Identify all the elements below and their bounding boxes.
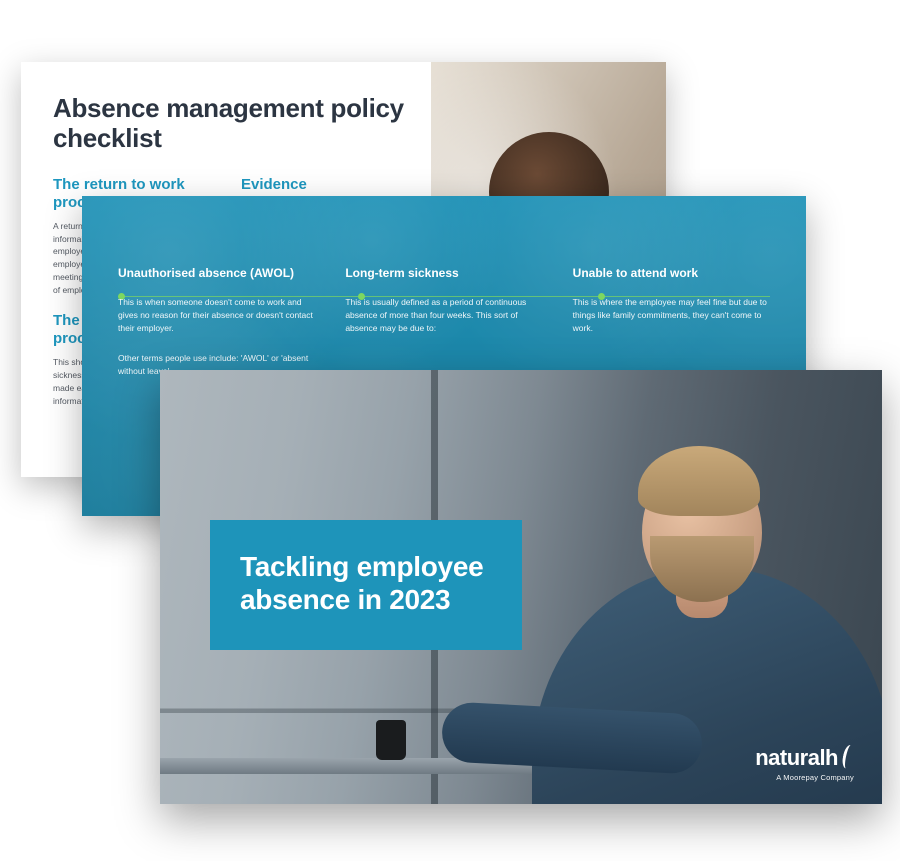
definition-body: This is where the employee may feel fine… (573, 296, 770, 336)
definition-body: This is when someone doesn't come to wor… (118, 296, 315, 336)
logo-tagline: A Moorepay Company (755, 773, 854, 782)
cover-title: Tackling employee absence in 2023 (240, 550, 492, 616)
document-preview-stack: Absence management policy checklist The … (0, 0, 900, 861)
section-heading-evidence: Evidence (241, 176, 407, 194)
logo-text: naturalh (755, 745, 838, 771)
definition-body: This is usually defined as a period of c… (345, 296, 542, 336)
page1-title: Absence management policy checklist (53, 94, 407, 154)
definition-heading: Unable to attend work (573, 266, 770, 280)
document-cover-page: Tackling employee absence in 2023 natura… (160, 370, 882, 804)
definition-heading: Unauthorised absence (AWOL) (118, 266, 315, 280)
cover-title-box: Tackling employee absence in 2023 (210, 520, 522, 650)
cover-photo-cup (376, 720, 406, 760)
brand-logo: naturalh A Moorepay Company (755, 745, 854, 782)
definition-heading: Long-term sickness (345, 266, 542, 280)
logo-mark-icon (840, 747, 854, 769)
